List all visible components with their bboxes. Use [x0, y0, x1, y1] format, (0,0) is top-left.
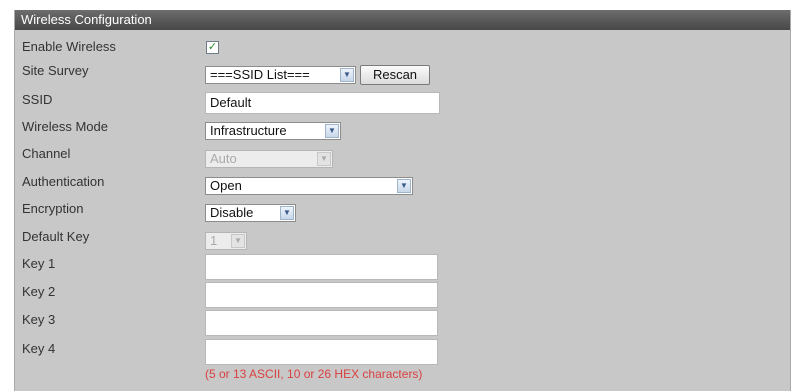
wireless-mode-value: Infrastructure: [210, 123, 287, 138]
enable-wireless-label: Enable Wireless: [22, 39, 116, 54]
chevron-down-icon: ▼: [317, 152, 331, 166]
authentication-label: Authentication: [22, 174, 105, 189]
site-survey-select[interactable]: ===SSID List=== ▼: [205, 66, 356, 84]
default-key-label: Default Key: [22, 229, 90, 244]
default-key-select[interactable]: 1 ▼: [205, 232, 247, 250]
key4-label: Key 4: [22, 341, 56, 356]
channel-select[interactable]: Auto ▼: [205, 150, 333, 168]
channel-value: Auto: [210, 151, 237, 166]
authentication-select[interactable]: Open ▼: [205, 177, 413, 195]
enable-wireless-checkbox[interactable]: ✓: [206, 41, 219, 54]
chevron-down-icon: ▼: [280, 206, 294, 220]
chevron-down-icon: ▼: [397, 179, 411, 193]
chevron-down-icon: ▼: [325, 124, 339, 138]
site-survey-value: ===SSID List===: [210, 67, 310, 82]
channel-label: Channel: [22, 146, 71, 161]
panel-title: Wireless Configuration: [15, 10, 790, 30]
key2-input[interactable]: [205, 282, 438, 308]
key1-label: Key 1: [22, 256, 56, 271]
ssid-label: SSID: [22, 92, 53, 107]
wireless-config-panel: Wireless Configuration Enable Wireless ✓…: [14, 10, 791, 391]
encryption-select[interactable]: Disable ▼: [205, 204, 296, 222]
key2-label: Key 2: [22, 284, 56, 299]
authentication-value: Open: [210, 178, 242, 193]
rescan-button[interactable]: Rescan: [360, 65, 430, 85]
key3-label: Key 3: [22, 312, 56, 327]
site-survey-label: Site Survey: [22, 63, 89, 78]
encryption-label: Encryption: [22, 201, 84, 216]
ssid-input[interactable]: Default: [205, 92, 440, 114]
default-key-value: 1: [210, 233, 218, 248]
key1-input[interactable]: [205, 254, 438, 280]
check-icon: ✓: [207, 41, 218, 53]
wireless-mode-select[interactable]: Infrastructure ▼: [205, 122, 341, 140]
wireless-mode-label: Wireless Mode: [22, 119, 108, 134]
key4-input[interactable]: [205, 339, 438, 365]
key3-input[interactable]: [205, 310, 438, 336]
encryption-value: Disable: [210, 205, 254, 220]
key-length-hint: (5 or 13 ASCII, 10 or 26 HEX characters): [205, 367, 423, 381]
chevron-down-icon: ▼: [340, 68, 354, 82]
chevron-down-icon: ▼: [231, 234, 245, 248]
